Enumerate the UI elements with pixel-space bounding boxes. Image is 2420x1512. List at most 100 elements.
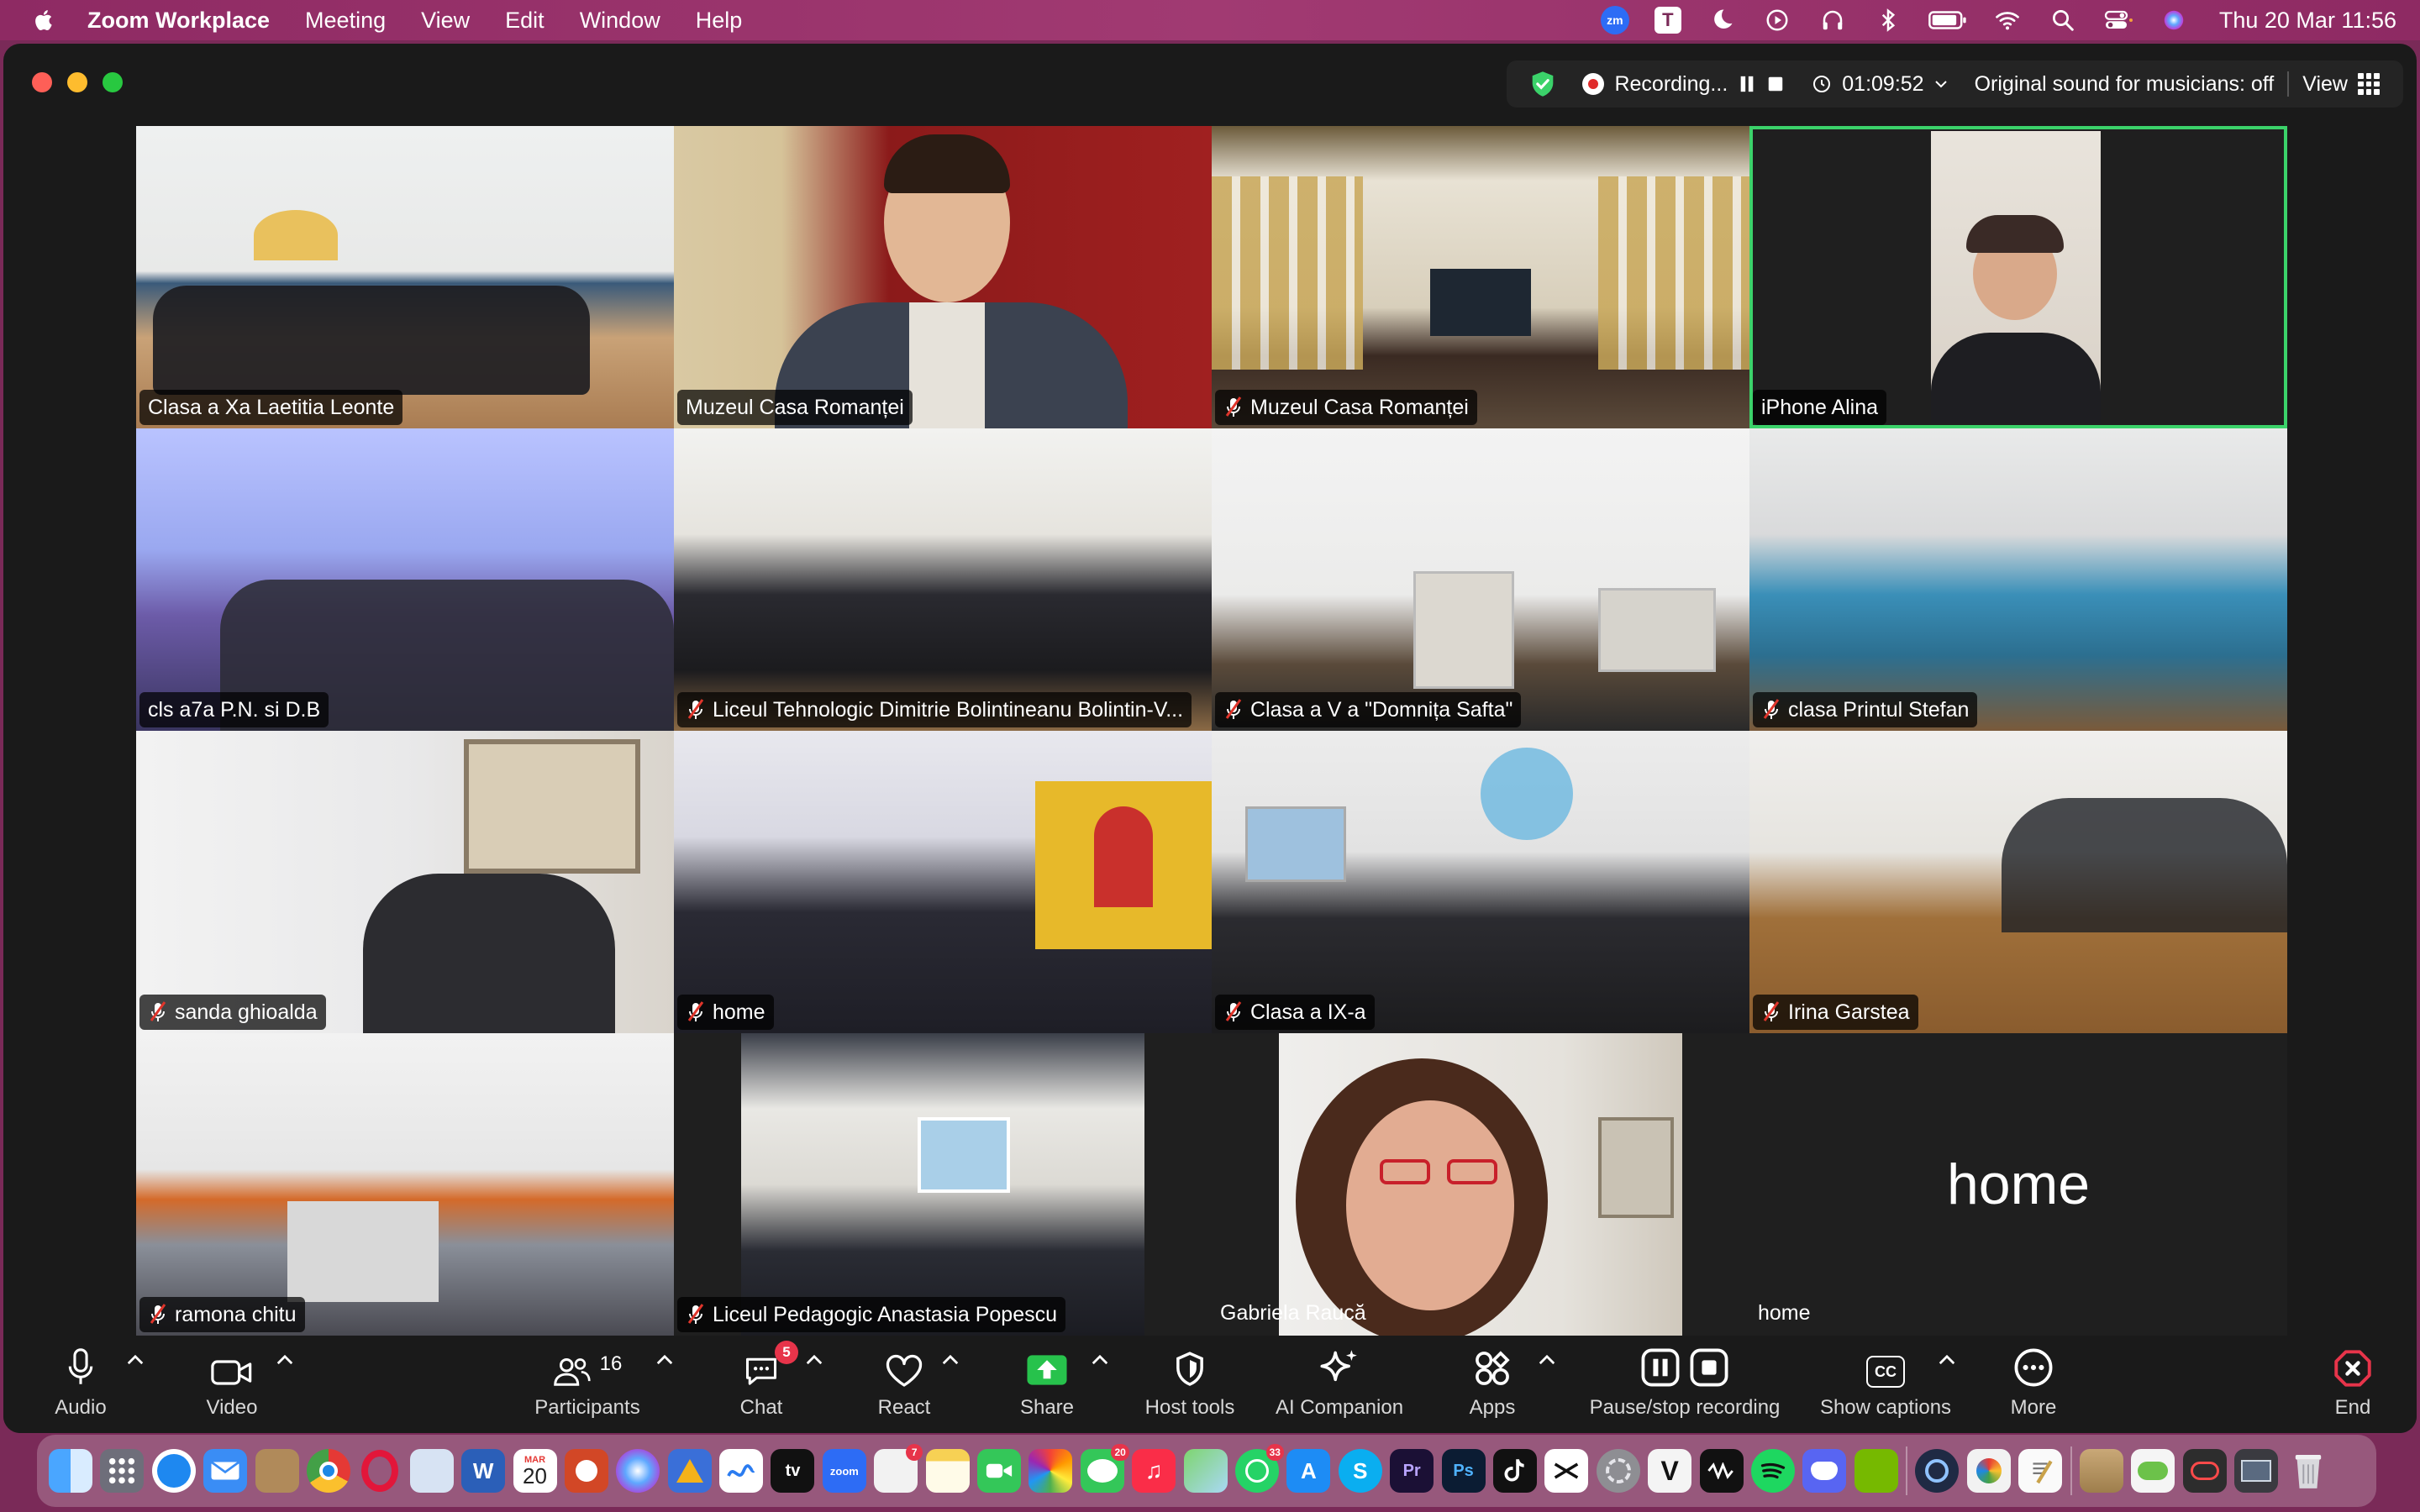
video-tile[interactable]: Clasa a IX-a (1212, 731, 1749, 1033)
pause-recording-icon[interactable] (1738, 75, 1756, 93)
zoom-app-icon[interactable]: zoom (822, 1449, 866, 1493)
view-button[interactable]: View (2289, 72, 2393, 97)
microsoft-word-icon[interactable]: W (461, 1449, 506, 1493)
moon-icon[interactable] (1707, 8, 1737, 33)
captions-chevron-up-icon[interactable] (1938, 1354, 1956, 1366)
apps-button[interactable]: Apps (1459, 1336, 1526, 1433)
participants-button[interactable]: 16 Participants (524, 1336, 650, 1433)
menu-window[interactable]: Window (580, 8, 660, 34)
notes-icon[interactable] (925, 1449, 970, 1493)
finder-icon[interactable] (49, 1449, 92, 1493)
downloads-folder-icon[interactable] (2080, 1449, 2124, 1493)
textedit-icon[interactable] (2018, 1449, 2063, 1493)
apple-tv-icon[interactable]: tv (771, 1449, 815, 1493)
icloud-folder-icon[interactable] (2131, 1449, 2175, 1493)
ai-companion-button[interactable]: AI Companion (1267, 1336, 1412, 1433)
app-store-icon[interactable]: A (1286, 1449, 1331, 1493)
facetime-icon[interactable] (977, 1449, 1022, 1493)
trash-icon[interactable] (2286, 1449, 2330, 1493)
audio-options-chevron-up-icon[interactable] (126, 1354, 145, 1366)
zoom-status-icon[interactable]: zm (1600, 6, 1629, 34)
search-icon[interactable] (2048, 8, 2078, 33)
control-center-icon[interactable] (2103, 8, 2133, 33)
video-tile[interactable]: Liceul Pedagogic Anastasia Popescu (674, 1033, 1212, 1336)
screenshot-folder-icon[interactable] (2234, 1449, 2279, 1493)
tiktok-icon[interactable] (1492, 1449, 1537, 1493)
opera-icon[interactable] (358, 1449, 402, 1493)
spotify-icon[interactable] (1750, 1449, 1795, 1493)
keynote-icon[interactable] (667, 1449, 712, 1493)
chat-chevron-up-icon[interactable] (805, 1354, 823, 1366)
encryption-shield-icon[interactable] (1530, 71, 1555, 97)
quicktime-icon[interactable] (1915, 1449, 1960, 1493)
more-button[interactable]: More (2000, 1336, 2067, 1433)
react-chevron-up-icon[interactable] (941, 1354, 960, 1366)
cleaner-app-icon[interactable] (1966, 1449, 2011, 1493)
whatsapp-icon[interactable]: 33 (1234, 1444, 1284, 1493)
chrome-icon[interactable] (306, 1449, 350, 1493)
launchpad-badge-app-icon[interactable]: 7 (874, 1444, 923, 1493)
video-tile[interactable]: Liceul Tehnologic Dimitrie Bolintineanu … (674, 428, 1212, 731)
video-tile-camera-off[interactable]: home home (1749, 1033, 2287, 1336)
play-circle-icon[interactable] (1762, 8, 1792, 33)
skype-icon[interactable]: S (1338, 1449, 1382, 1493)
video-tile[interactable]: sanda ghioalda (136, 731, 674, 1033)
powerpoint-icon[interactable] (564, 1449, 608, 1493)
apple-icon[interactable] (32, 8, 57, 33)
capcut-icon[interactable] (1544, 1449, 1589, 1493)
siri-dock-icon[interactable] (616, 1449, 660, 1493)
mail-icon[interactable] (203, 1449, 248, 1493)
maps-icon[interactable] (1183, 1449, 1228, 1493)
menu-clock[interactable]: Thu 20 Mar 11:56 (2219, 8, 2396, 34)
participants-chevron-up-icon[interactable] (655, 1354, 674, 1366)
original-sound-toggle[interactable]: Original sound for musicians: off (1975, 72, 2275, 97)
video-tile[interactable]: Muzeul Casa Romanței (674, 126, 1212, 428)
video-button[interactable]: Video (195, 1336, 269, 1433)
bluetooth-icon[interactable] (1873, 8, 1903, 33)
music-icon[interactable]: ♫ (1132, 1449, 1176, 1493)
menu-app-name[interactable]: Zoom Workplace (87, 8, 270, 34)
contacts-icon[interactable] (255, 1449, 299, 1493)
video-tile[interactable]: Clasa a Xa Laetitia Leonte (136, 126, 674, 428)
video-tile[interactable]: home (674, 731, 1212, 1033)
chevron-down-icon[interactable] (1934, 79, 1948, 89)
wifi-icon[interactable] (1992, 8, 2023, 33)
share-screen-button[interactable]: Share (1012, 1336, 1082, 1433)
menu-edit[interactable]: Edit (505, 8, 544, 34)
react-button[interactable]: React (869, 1336, 939, 1433)
photoshop-icon[interactable]: Ps (1441, 1449, 1486, 1493)
video-tile[interactable]: clasa Printul Stefan (1749, 428, 2287, 731)
video-tile[interactable]: Muzeul Casa Romanței (1212, 126, 1749, 428)
zoom-window-button[interactable] (103, 72, 123, 92)
video-tile[interactable]: cls a7a P.N. si D.B (136, 428, 674, 731)
video-tile[interactable]: ramona chitu (136, 1033, 674, 1336)
photos-icon[interactable] (1028, 1449, 1073, 1493)
preview-icon[interactable] (409, 1449, 454, 1493)
host-tools-button[interactable]: Host tools (1134, 1336, 1245, 1433)
calendar-icon[interactable]: MAR 20 (513, 1449, 557, 1493)
minimize-window-button[interactable] (67, 72, 87, 92)
launchpad-icon[interactable] (100, 1449, 145, 1493)
menu-meeting[interactable]: Meeting (305, 8, 386, 34)
video-tile[interactable]: Gabriela Raucă (1212, 1033, 1749, 1336)
premiere-pro-icon[interactable]: Pr (1390, 1449, 1434, 1493)
messages-icon[interactable]: 20 (1080, 1444, 1129, 1493)
pause-stop-recording-button[interactable]: Pause/stop recording (1580, 1336, 1790, 1433)
stop-recording-icon[interactable] (1766, 75, 1785, 93)
creative-cloud-icon[interactable] (2182, 1449, 2227, 1493)
nvidia-icon[interactable] (1854, 1449, 1898, 1493)
audio-button[interactable]: Audio (40, 1336, 121, 1433)
v-app-icon[interactable]: V (1648, 1449, 1692, 1493)
share-chevron-up-icon[interactable] (1091, 1354, 1109, 1366)
video-tile-active-speaker[interactable]: iPhone Alina (1749, 126, 2287, 428)
chat-button[interactable]: 5 Chat (726, 1336, 798, 1433)
close-window-button[interactable] (32, 72, 52, 92)
headphones-icon[interactable] (1818, 8, 1848, 33)
menu-help[interactable]: Help (696, 8, 743, 34)
waveform-app-icon[interactable] (1699, 1449, 1744, 1493)
battery-icon[interactable] (1928, 8, 1967, 33)
text-app-icon[interactable]: T (1654, 7, 1681, 34)
video-tile[interactable]: Clasa a V a "Domnița Safta" (1212, 428, 1749, 731)
menu-view[interactable]: View (421, 8, 470, 34)
system-settings-icon[interactable] (1596, 1449, 1640, 1493)
